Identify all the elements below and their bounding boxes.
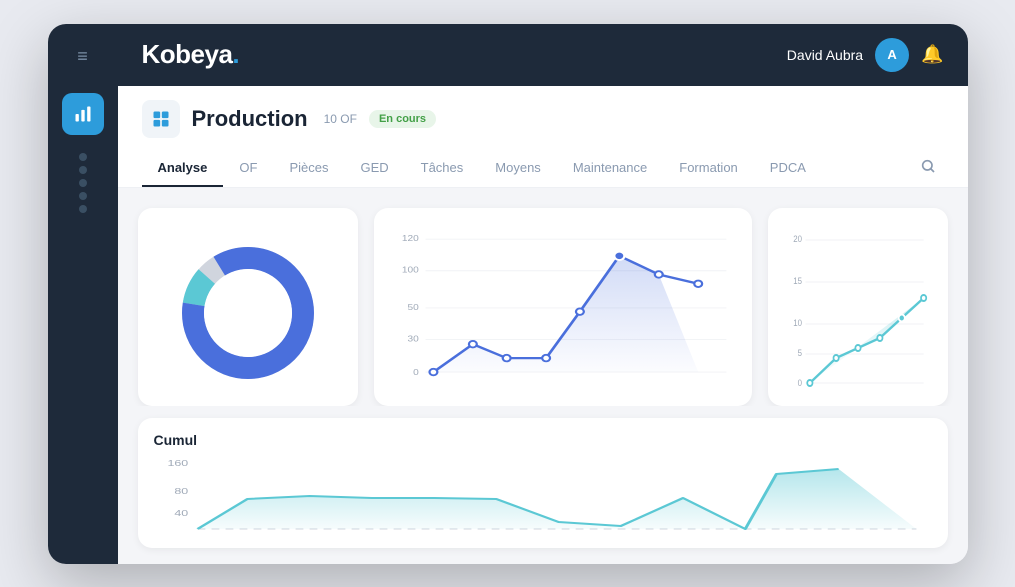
small-chart-svg: 20 15 10 5 0: [788, 228, 928, 398]
line-chart-card: 120 100 50 30 0: [374, 208, 752, 406]
app-window: ≡ Kobeya. David Aubra A: [48, 24, 968, 564]
svg-text:5: 5: [797, 347, 802, 358]
tab-bar: Analyse OF Pièces GED Tâches Moyens Main…: [142, 150, 944, 187]
page-header: Production 10 OF En cours Analyse OF Piè…: [118, 86, 968, 188]
sidebar-dot-3: [79, 179, 87, 187]
svg-text:50: 50: [407, 302, 418, 311]
svg-text:20: 20: [793, 233, 802, 244]
svg-text:0: 0: [797, 377, 802, 388]
tab-of[interactable]: OF: [223, 150, 273, 187]
svg-text:10: 10: [793, 317, 802, 328]
status-badge: En cours: [369, 110, 436, 128]
sidebar-dot-4: [79, 192, 87, 200]
page-title: Production: [192, 106, 308, 132]
svg-text:100: 100: [401, 265, 418, 274]
tab-taches[interactable]: Tâches: [405, 150, 480, 187]
page-title-row: Production 10 OF En cours: [142, 100, 944, 138]
sidebar-item-analytics[interactable]: [62, 93, 104, 135]
hamburger-icon[interactable]: ≡: [77, 46, 88, 67]
svg-text:80: 80: [174, 487, 188, 495]
cumul-title: Cumul: [154, 432, 932, 448]
charts-area: Production 20 562 € Rebut 2 150 €: [118, 188, 968, 406]
page-subtitle: 10 OF: [324, 112, 357, 126]
tab-pdca[interactable]: PDCA: [754, 150, 822, 187]
sidebar-dot-5: [79, 205, 87, 213]
svg-text:30: 30: [407, 334, 418, 343]
tab-pieces[interactable]: Pièces: [273, 150, 344, 187]
tab-moyens[interactable]: Moyens: [479, 150, 557, 187]
sidebar-dot-2: [79, 166, 87, 174]
svg-text:15: 15: [793, 275, 802, 286]
sidebar-dot-1: [79, 153, 87, 161]
bell-icon[interactable]: 🔔: [921, 44, 943, 65]
header-user: David Aubra A 🔔: [787, 38, 944, 72]
tab-formation[interactable]: Formation: [663, 150, 754, 187]
sidebar-nav-dots: [79, 153, 87, 213]
svg-text:0: 0: [413, 367, 419, 376]
donut-chart-card: Production 20 562 € Rebut 2 150 €: [138, 208, 358, 406]
sidebar: ≡: [48, 24, 118, 564]
username-label: David Aubra: [787, 47, 863, 63]
page-content: Production 10 OF En cours Analyse OF Piè…: [118, 86, 968, 564]
svg-text:120: 120: [401, 233, 418, 242]
search-icon[interactable]: [912, 150, 944, 187]
tab-analyse[interactable]: Analyse: [142, 150, 224, 187]
tab-ged[interactable]: GED: [344, 150, 404, 187]
page-module-icon: [142, 100, 180, 138]
cumul-chart-svg: 160 80 40: [154, 454, 932, 544]
line-chart-svg: 120 100 50 30 0: [394, 228, 732, 386]
chart-bar-icon: [73, 104, 93, 124]
svg-text:40: 40: [174, 509, 188, 517]
tab-maintenance[interactable]: Maintenance: [557, 150, 663, 187]
small-chart-card: 20 15 10 5 0: [768, 208, 948, 406]
header: Kobeya. David Aubra A 🔔: [118, 24, 968, 86]
cumul-chart-card: Cumul 160 80 40: [138, 418, 948, 548]
app-logo: Kobeya.: [142, 39, 240, 70]
donut-chart: [173, 238, 323, 388]
svg-text:160: 160: [167, 459, 188, 467]
avatar[interactable]: A: [875, 38, 909, 72]
main-content: Kobeya. David Aubra A 🔔: [118, 24, 968, 564]
lower-section: Cumul 160 80 40: [118, 406, 968, 564]
